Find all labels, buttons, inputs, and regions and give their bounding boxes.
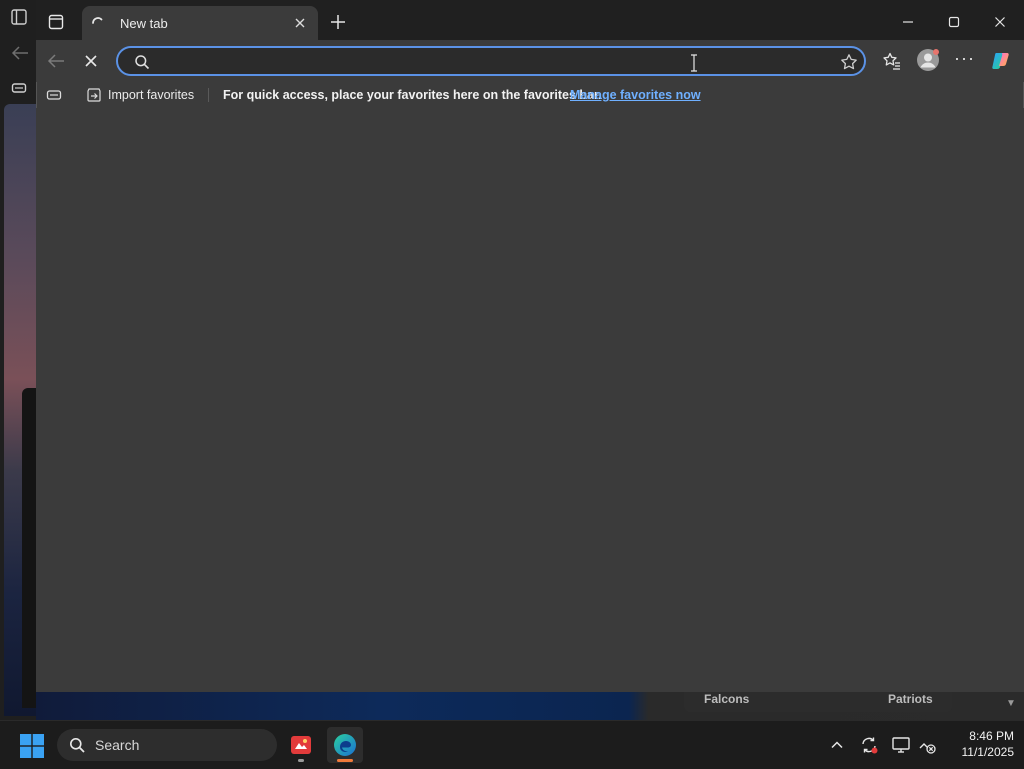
navigation-toolbar: ··· (36, 40, 1024, 82)
tab-new-tab[interactable]: New tab (82, 6, 318, 40)
start-button[interactable] (20, 734, 44, 758)
import-favorites-label: Import favorites (108, 88, 195, 102)
new-tab-button[interactable] (328, 12, 348, 32)
sports-scoreboard: Falcons Patriots (684, 692, 952, 712)
app-active-indicator (337, 759, 353, 762)
system-clock[interactable]: 8:46 PM 11/1/2025 (940, 728, 1015, 760)
divider (208, 88, 209, 102)
clock-date: 11/1/2025 (961, 745, 1015, 759)
browser-window: New tab ··· Import favorites For quick a… (36, 0, 1024, 692)
games-app-icon[interactable] (283, 727, 319, 763)
app-running-indicator (298, 759, 304, 762)
background-image (4, 104, 36, 716)
close-tab-icon[interactable] (292, 15, 308, 31)
copilot-icon[interactable] (990, 50, 1012, 72)
close-window-button[interactable] (990, 12, 1010, 32)
team-name: Falcons (704, 692, 750, 706)
sync-icon[interactable] (859, 735, 879, 755)
import-icon (86, 87, 102, 103)
title-bar: New tab (36, 0, 1024, 44)
profile-avatar[interactable] (916, 48, 940, 72)
chevron-up-icon[interactable] (829, 737, 845, 753)
favorites-button[interactable] (882, 51, 902, 71)
import-favorites-button[interactable]: Import favorites (86, 85, 194, 105)
favorites-bar: Import favorites For quick access, place… (36, 82, 1024, 108)
loading-spinner-icon (90, 15, 106, 31)
sidebar-icon[interactable] (10, 8, 28, 26)
scroll-down-icon[interactable]: ▼ (1006, 698, 1016, 709)
text-cursor-icon (690, 54, 698, 72)
background-panel (22, 388, 36, 708)
more-options-icon[interactable]: ··· (954, 49, 974, 70)
team-name: Patriots (888, 692, 933, 706)
stop-loading-button[interactable] (82, 52, 100, 70)
background-window-edge (0, 0, 36, 720)
back-arrow-icon (10, 44, 30, 62)
search-icon (69, 737, 85, 753)
favorites-bar-hint: For quick access, place your favorites h… (223, 88, 602, 102)
search-icon (134, 54, 150, 70)
taskbar-search[interactable]: Search (57, 729, 277, 761)
taskbar: Search 8:46 PM 11/1/2025 (0, 720, 1024, 769)
minimize-button[interactable] (898, 12, 918, 32)
network-disconnected-icon[interactable] (917, 735, 937, 755)
address-bar[interactable] (116, 46, 866, 76)
tab-icon (11, 80, 27, 96)
address-input[interactable] (162, 51, 806, 73)
manage-favorites-link[interactable]: Manage favorites now (570, 88, 701, 102)
back-button[interactable] (46, 52, 66, 70)
collections-icon[interactable] (46, 88, 62, 102)
edge-app-icon[interactable] (327, 727, 363, 763)
clock-time: 8:46 PM (969, 729, 1014, 743)
tab-title: New tab (120, 15, 168, 31)
taskbar-search-label: Search (95, 737, 140, 753)
display-icon[interactable] (891, 735, 911, 755)
maximize-button[interactable] (944, 12, 964, 32)
add-favorite-star-icon[interactable] (840, 53, 858, 71)
page-content (36, 108, 1024, 692)
tab-actions-icon[interactable] (44, 10, 68, 34)
